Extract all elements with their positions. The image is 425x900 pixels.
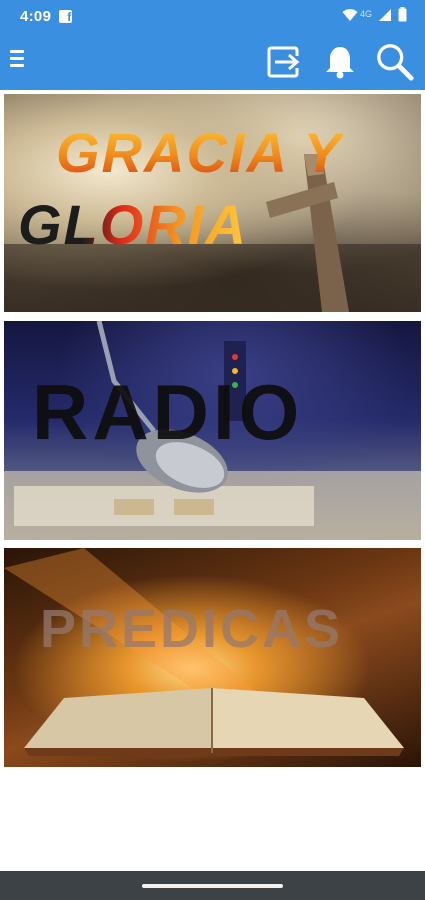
- card-title: PREDICAS: [40, 599, 344, 659]
- card-radio[interactable]: RADIO: [4, 321, 421, 540]
- status-time: 4:09: [20, 7, 52, 25]
- network-type-label: 4G: [359, 9, 372, 19]
- bell-icon[interactable]: [320, 42, 360, 82]
- card-predicas[interactable]: PREDICAS: [4, 548, 421, 767]
- system-nav-bar: [0, 871, 425, 900]
- search-icon[interactable]: [375, 42, 415, 82]
- battery-icon: [398, 7, 407, 27]
- hamburger-menu-icon[interactable]: [8, 50, 28, 72]
- status-bar: 4:09 f 4G: [0, 0, 425, 32]
- signal-icon: [378, 8, 392, 27]
- app-bar: [0, 32, 425, 90]
- wifi-icon: [342, 8, 358, 27]
- card-title: RADIO: [32, 368, 304, 456]
- exit-icon[interactable]: [264, 42, 304, 82]
- status-icons: 4G: [342, 7, 407, 27]
- home-gesture-handle[interactable]: [142, 884, 283, 888]
- card-title-line2: GLORIA: [18, 193, 248, 256]
- card-title-line1: GRACIA Y: [56, 121, 343, 184]
- facebook-icon: f: [59, 9, 73, 24]
- card-gracia-y-gloria[interactable]: GRACIA Y GLORIA: [4, 94, 421, 312]
